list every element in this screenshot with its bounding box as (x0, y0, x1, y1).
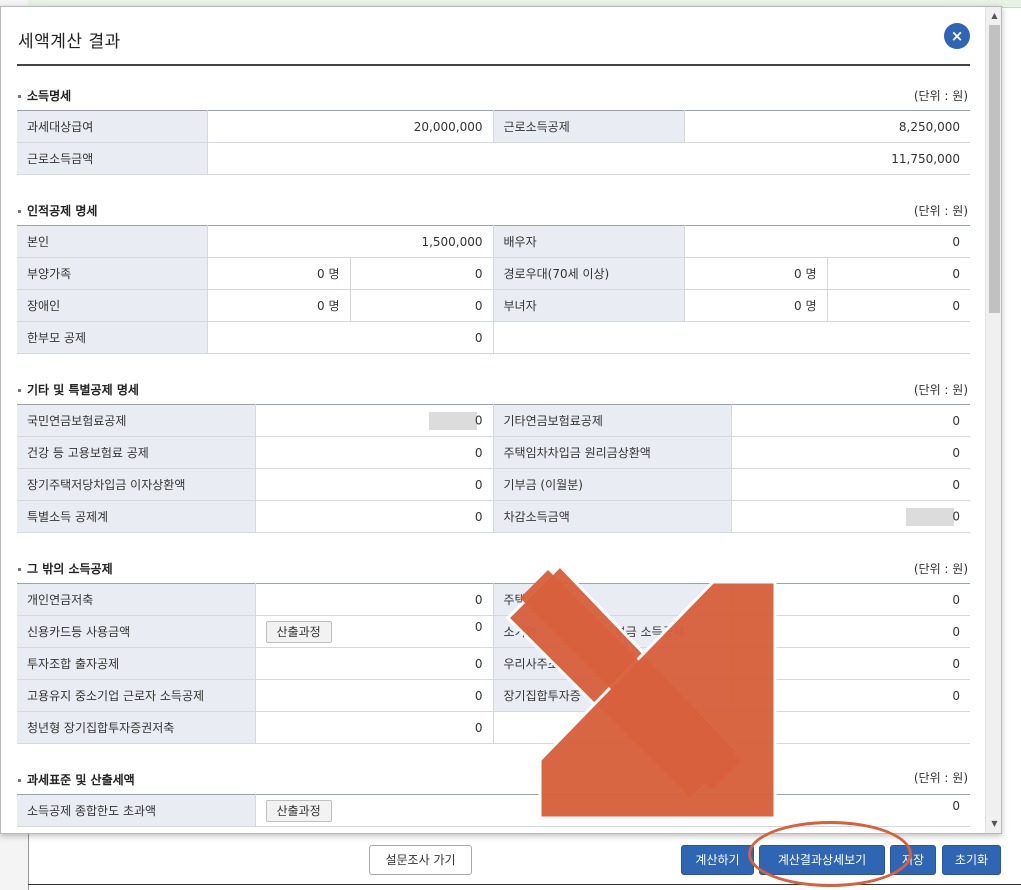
annotation-arrow-icon (505, 563, 777, 820)
highlight-ellipse (748, 821, 912, 887)
